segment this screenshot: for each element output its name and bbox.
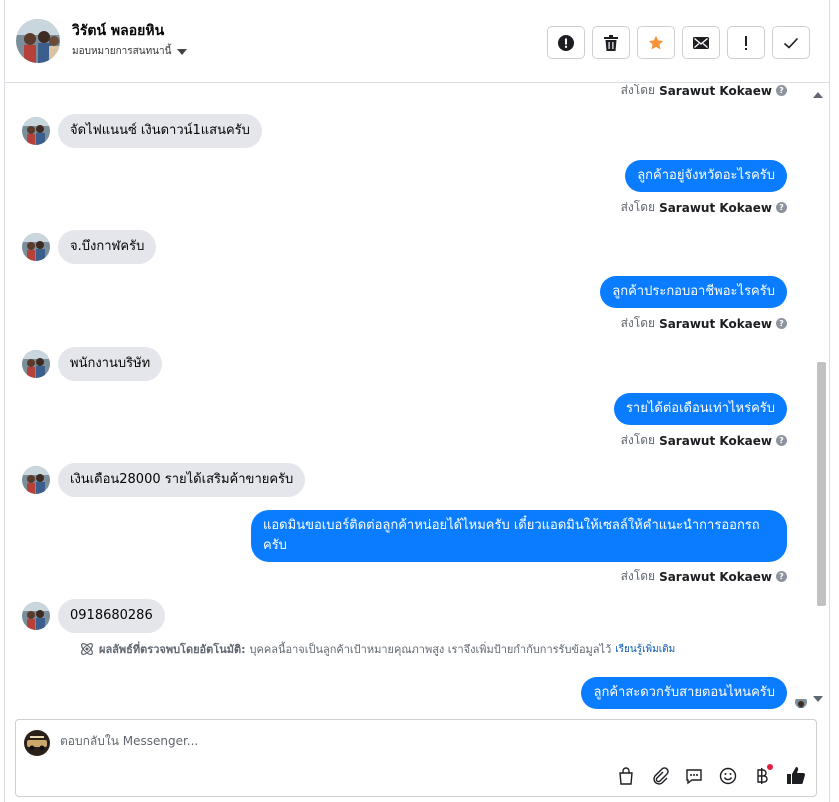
help-icon[interactable]: ? bbox=[776, 85, 787, 96]
envelope-icon bbox=[693, 36, 709, 49]
thumbs-up-icon bbox=[787, 767, 805, 784]
header-actions bbox=[547, 26, 810, 59]
help-icon[interactable]: ? bbox=[776, 435, 787, 446]
incoming-message: พนักงานบริษัท bbox=[22, 347, 163, 381]
outgoing-message-bubble[interactable]: รายได้ต่อเดือนเท่าไหร่ครับ bbox=[613, 393, 787, 425]
help-icon[interactable]: ? bbox=[776, 202, 787, 213]
alert-circle-icon bbox=[558, 34, 574, 51]
incoming-message: เงินเดือน28000 รายได้เสริมค้าขายครับ bbox=[22, 463, 306, 497]
star-icon bbox=[648, 35, 664, 49]
notification-dot bbox=[767, 764, 773, 770]
reply-composer bbox=[15, 719, 817, 797]
sender-avatar[interactable] bbox=[22, 466, 50, 494]
message-bubble[interactable]: พนักงานบริษัท bbox=[58, 347, 163, 381]
contact-avatar[interactable] bbox=[16, 19, 60, 63]
auto-detection-note: ผลลัพธ์ที่ตรวจพบโดยอัตโนมัติ: บุคคลนี้อา… bbox=[79, 640, 675, 658]
help-icon[interactable]: ? bbox=[776, 318, 787, 329]
baht-icon bbox=[757, 768, 768, 784]
message-bubble[interactable]: จัดไฟแนนซ์ เงินดาวน์1แสนครับ bbox=[58, 114, 262, 148]
sent-by-label: ส่งโดย Sarawut Kokaew ? bbox=[621, 84, 787, 100]
shop-button[interactable] bbox=[614, 764, 638, 788]
spam-button[interactable] bbox=[547, 26, 585, 59]
delete-button[interactable] bbox=[592, 26, 630, 59]
page-avatar bbox=[24, 730, 50, 756]
sender-avatar[interactable] bbox=[22, 233, 50, 261]
assign-conversation-dropdown[interactable]: มอบหมายการสนทนานี้ bbox=[72, 44, 188, 59]
trash-icon bbox=[604, 34, 618, 51]
sender-avatar[interactable] bbox=[22, 350, 50, 378]
sender-avatar[interactable] bbox=[22, 117, 50, 145]
outgoing-message-bubble[interactable]: แอดมินขอเบอร์ติดต่อลูกค้าหน่อยได้ไหมครับ… bbox=[251, 510, 787, 562]
saved-replies-button[interactable] bbox=[682, 764, 706, 788]
conversation-header: วิรัตน์ พลอยหิน มอบหมายการสนทนานี้ bbox=[5, 0, 829, 83]
help-icon[interactable]: ? bbox=[776, 571, 787, 582]
learn-more-link[interactable]: เรียนรู้เพิ่มเติม bbox=[615, 642, 675, 657]
contact-name[interactable]: วิรัตน์ พลอยหิน bbox=[72, 20, 164, 42]
ai-note-title: ผลลัพธ์ที่ตรวจพบโดยอัตโนมัติ: bbox=[99, 643, 246, 656]
mark-done-button[interactable] bbox=[772, 26, 810, 59]
outgoing-message-bubble[interactable]: ลูกค้าสะดวกรับสายตอนไหนครับ bbox=[581, 677, 787, 709]
message-thread[interactable]: ส่งโดย Sarawut Kokaew ? จัดไฟแนนซ์ เงินด… bbox=[5, 84, 829, 714]
sent-by-label: ส่งโดย Sarawut Kokaew ? bbox=[621, 198, 787, 217]
star-button[interactable] bbox=[637, 26, 675, 59]
caret-down-icon bbox=[177, 48, 188, 55]
message-bubble[interactable]: จ.บึงกาฬครับ bbox=[58, 230, 157, 264]
outgoing-message-bubble[interactable]: ลูกค้าประกอบอาชีพอะไรครับ bbox=[600, 276, 787, 308]
attach-button[interactable] bbox=[648, 764, 672, 788]
incoming-message: จัดไฟแนนซ์ เงินดาวน์1แสนครับ bbox=[22, 114, 262, 148]
sent-by-label: ส่งโดย Sarawut Kokaew ? bbox=[621, 567, 787, 586]
sender-avatar[interactable] bbox=[22, 602, 50, 630]
reply-input[interactable] bbox=[60, 734, 660, 748]
scroll-up-arrow-icon[interactable] bbox=[813, 92, 823, 98]
assign-label: มอบหมายการสนทนานี้ bbox=[72, 46, 172, 57]
conversation-panel: วิรัตน์ พลอยหิน มอบหมายการสนทนานี้ ส่งโด… bbox=[4, 0, 830, 802]
payment-button[interactable] bbox=[750, 764, 774, 788]
checkmark-icon bbox=[783, 37, 799, 49]
sent-by-label: ส่งโดย Sarawut Kokaew ? bbox=[621, 314, 787, 333]
scroll-down-arrow-icon[interactable] bbox=[813, 696, 823, 702]
incoming-message: จ.บึงกาฬครับ bbox=[22, 230, 157, 264]
follow-up-button[interactable] bbox=[727, 26, 765, 59]
message-bubble[interactable]: เงินเดือน28000 รายได้เสริมค้าขายครับ bbox=[58, 463, 306, 497]
shopping-bag-icon bbox=[619, 767, 633, 785]
sent-by-label: ส่งโดย Sarawut Kokaew ? bbox=[621, 431, 787, 450]
outgoing-message-bubble[interactable]: ลูกค้าอยู่จังหวัดอะไรครับ bbox=[625, 160, 787, 192]
emoji-icon bbox=[719, 767, 737, 785]
seen-avatar bbox=[795, 696, 807, 708]
paperclip-icon bbox=[653, 767, 669, 785]
emoji-button[interactable] bbox=[716, 764, 740, 788]
exclamation-icon bbox=[745, 35, 747, 50]
message-bubble[interactable]: 0918680286 bbox=[58, 599, 165, 633]
mark-unread-button[interactable] bbox=[682, 26, 720, 59]
scrollbar-thumb[interactable] bbox=[817, 362, 826, 606]
atom-icon bbox=[81, 643, 93, 655]
composer-tools bbox=[614, 764, 808, 788]
like-button[interactable] bbox=[784, 764, 808, 788]
ai-note-body: บุคคลนี้อาจเป็นลูกค้าเป้าหมายคุณภาพสูง เ… bbox=[249, 643, 612, 656]
incoming-message: 0918680286 bbox=[22, 599, 165, 633]
chat-bubble-icon bbox=[686, 769, 702, 785]
